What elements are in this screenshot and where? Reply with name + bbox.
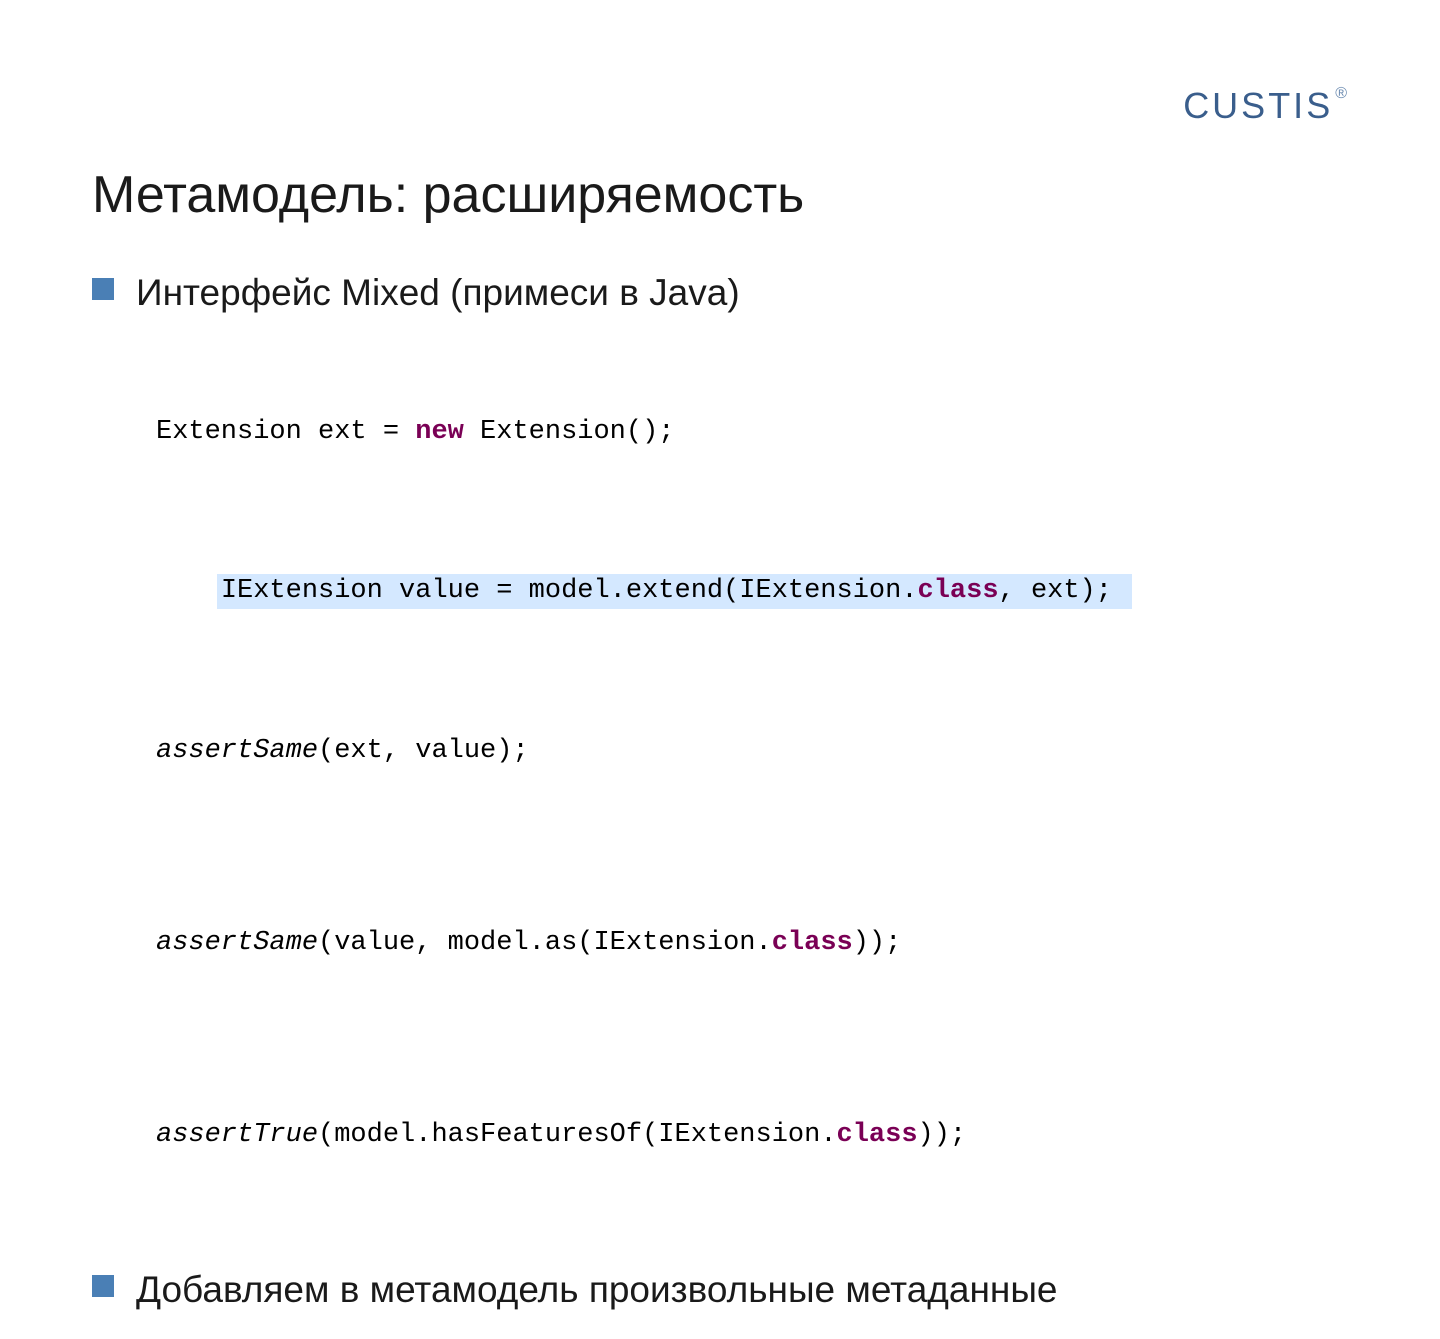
registered-mark: ® bbox=[1335, 85, 1350, 102]
slide-content: Интерфейс Mixed (примеси в Java) Extensi… bbox=[92, 268, 1350, 1339]
brand-logo: CUSTIS® bbox=[1183, 85, 1350, 127]
code-line: assertSame(value, model.as(IExtension.cl… bbox=[152, 926, 1350, 960]
bullet-text: Добавляем в метамодель произвольные мета… bbox=[136, 1265, 1058, 1315]
code-line: assertSame(ext, value); bbox=[152, 734, 1350, 768]
code-block: Extension ext = new Extension(); IExtens… bbox=[152, 350, 1350, 1217]
bullet-square-icon bbox=[92, 278, 114, 300]
brand-logo-text: CUSTIS bbox=[1183, 85, 1333, 126]
bullet-item: Интерфейс Mixed (примеси в Java) bbox=[92, 268, 1350, 318]
code-line: Extension ext = new Extension(); bbox=[152, 415, 1350, 449]
slide-title: Метамодель: расширяемость bbox=[92, 165, 804, 225]
bullet-square-icon bbox=[92, 1275, 114, 1297]
bullet-item: Добавляем в метамодель произвольные мета… bbox=[92, 1265, 1350, 1315]
bullet-text: Интерфейс Mixed (примеси в Java) bbox=[136, 268, 740, 318]
code-line: assertTrue(model.hasFeaturesOf(IExtensio… bbox=[152, 1118, 1350, 1152]
code-line-highlighted: IExtension value = model.extend(IExtensi… bbox=[217, 574, 1132, 608]
